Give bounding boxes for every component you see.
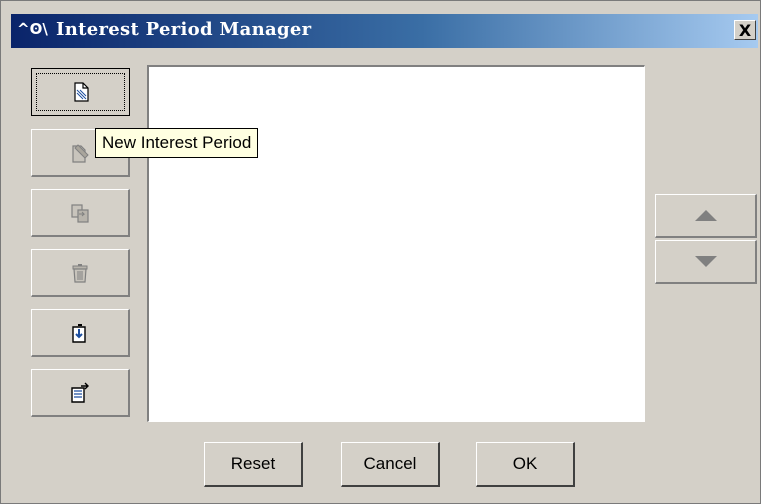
- close-button[interactable]: X: [734, 20, 756, 40]
- focus-ring: [36, 73, 125, 111]
- interest-period-list[interactable]: [147, 65, 645, 422]
- arrow-up-icon: [694, 210, 717, 221]
- export-interest-period-button[interactable]: [31, 369, 130, 417]
- copy-interest-period-button[interactable]: [31, 189, 130, 237]
- export-icon: [71, 382, 89, 403]
- arrow-down-icon: [694, 256, 717, 267]
- new-interest-period-button[interactable]: [31, 68, 130, 116]
- copy-document-icon: [71, 203, 89, 223]
- delete-interest-period-button[interactable]: [31, 249, 130, 297]
- reset-button[interactable]: Reset: [204, 442, 303, 487]
- interest-period-manager-window: ^ʘ\ Interest Period Manager X New Intere…: [0, 0, 761, 504]
- title-bar[interactable]: ^ʘ\ Interest Period Manager X: [11, 14, 758, 48]
- trash-icon: [72, 263, 88, 283]
- import-interest-period-button[interactable]: [31, 309, 130, 357]
- window-title: Interest Period Manager: [56, 19, 312, 40]
- edit-document-icon: [72, 143, 89, 163]
- ok-button[interactable]: OK: [476, 442, 575, 487]
- app-logo-icon: ^ʘ\: [17, 20, 48, 38]
- move-down-button[interactable]: [655, 240, 757, 284]
- tooltip: New Interest Period: [95, 128, 259, 158]
- import-icon: [72, 323, 86, 343]
- cancel-button[interactable]: Cancel: [341, 442, 440, 487]
- move-up-button[interactable]: [655, 194, 757, 238]
